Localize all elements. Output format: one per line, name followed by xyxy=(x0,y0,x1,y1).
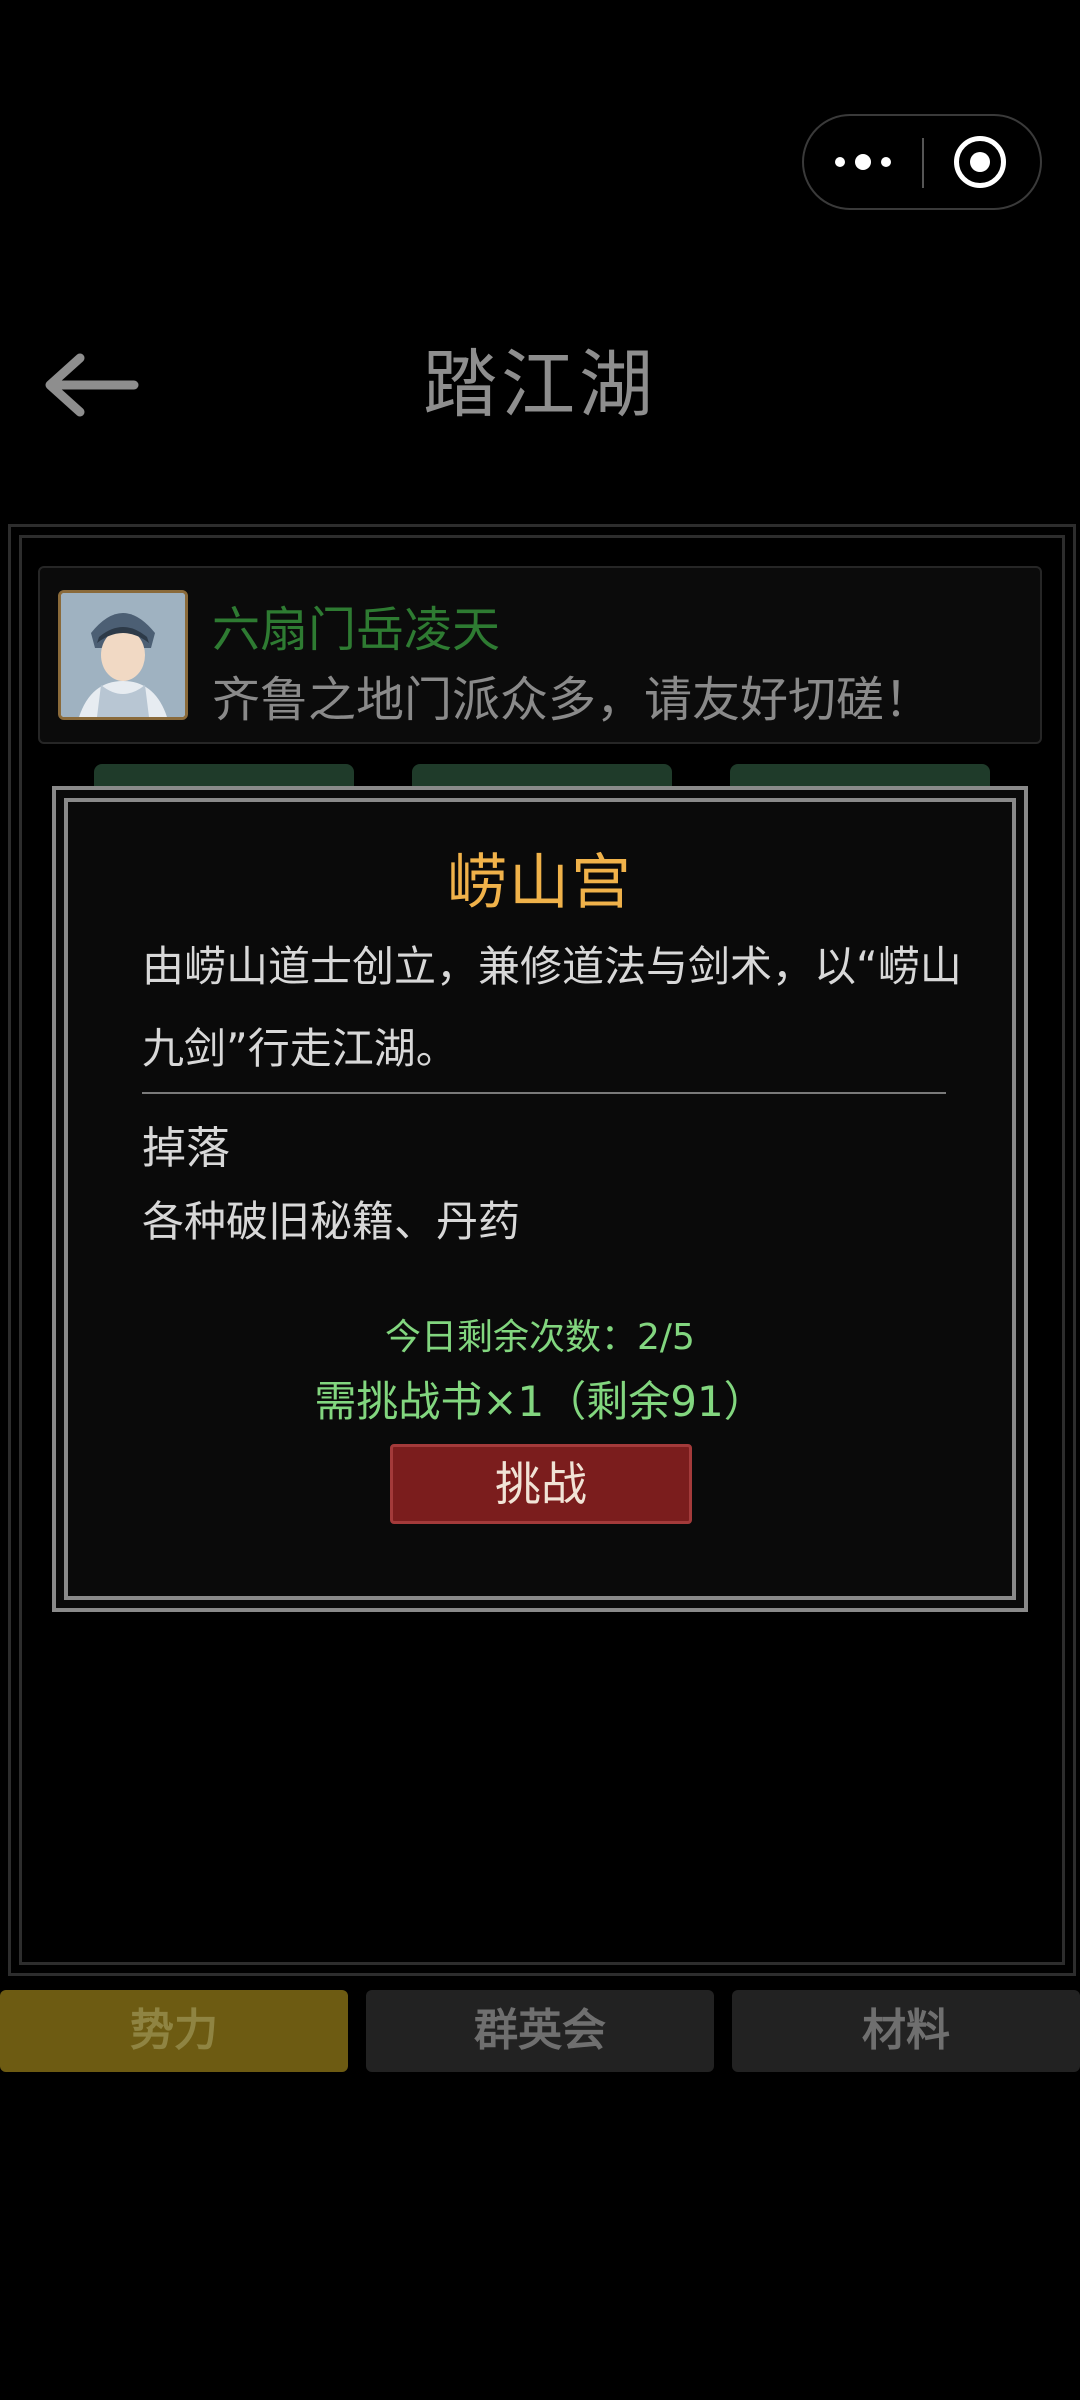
challenge-requirement: 需挑战书×1（剩余91） xyxy=(314,1377,766,1426)
tab-faction[interactable]: 势力 xyxy=(0,1990,348,2072)
modal-title: 崂山宫 xyxy=(447,848,633,918)
npc-card: 六扇门岳凌天 齐鲁之地门派众多，请友好切磋！ xyxy=(38,566,1042,744)
faction-description: 由崂山道士创立，兼修道法与剑术，以“崂山九剑”行走江湖。 xyxy=(142,942,962,1073)
back-arrow-icon[interactable] xyxy=(40,350,140,420)
capsule-menu xyxy=(802,114,1042,210)
drops-content: 各种破旧秘籍、丹药 xyxy=(142,1197,521,1246)
npc-avatar xyxy=(58,590,188,720)
more-dot-icon xyxy=(835,157,845,167)
remaining-attempts: 今日剩余次数：2/5 xyxy=(385,1317,695,1358)
tab-heroes[interactable]: 群英会 xyxy=(366,1990,714,2072)
capsule-divider xyxy=(922,138,924,188)
more-options-button[interactable] xyxy=(804,116,922,208)
tab-materials[interactable]: 材料 xyxy=(732,1990,1080,2072)
close-miniprogram-icon[interactable] xyxy=(954,136,1006,188)
divider xyxy=(142,1092,946,1094)
faction-detail-modal: 崂山宫 由崂山道士创立，兼修道法与剑术，以“崂山九剑”行走江湖。 掉落 各种破旧… xyxy=(52,786,1028,1612)
page-title: 踏江湖 xyxy=(423,342,657,428)
npc-message: 齐鲁之地门派众多，请友好切磋！ xyxy=(212,672,933,728)
more-dot-icon xyxy=(855,154,871,170)
challenge-button[interactable]: 挑战 xyxy=(390,1444,692,1524)
drops-title: 掉落 xyxy=(142,1123,230,1174)
more-dot-icon xyxy=(881,157,891,167)
npc-name: 六扇门岳凌天 xyxy=(212,602,501,658)
